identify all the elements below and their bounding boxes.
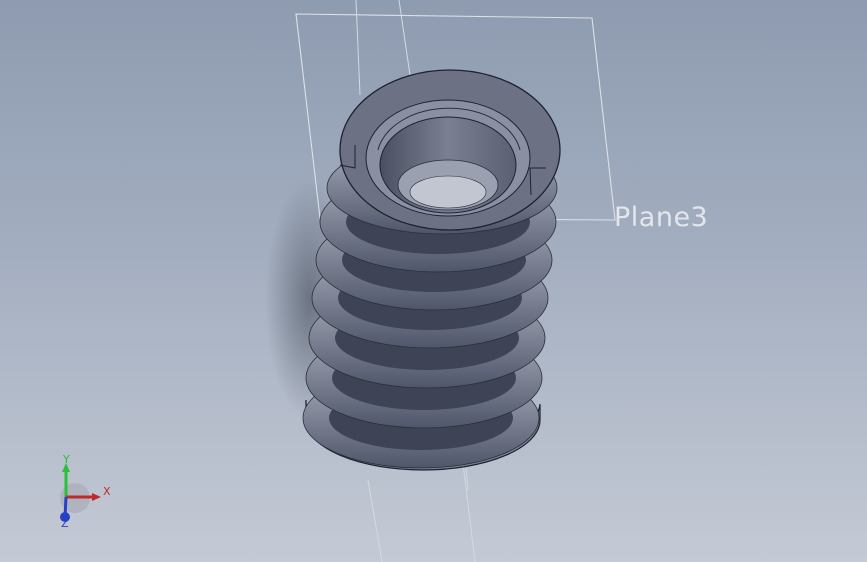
top-ground-face[interactable]	[339, 69, 561, 231]
y-axis-label: Y	[63, 453, 70, 466]
spring-model-scene[interactable]	[0, 0, 867, 562]
x-axis-label: X	[103, 485, 111, 498]
reference-triad[interactable]: Y X Z	[50, 453, 120, 530]
graphics-viewport[interactable]: Plane3 Y X Z	[0, 0, 867, 562]
plane3-label[interactable]: Plane3	[614, 202, 708, 233]
z-axis-label: Z	[61, 517, 69, 530]
